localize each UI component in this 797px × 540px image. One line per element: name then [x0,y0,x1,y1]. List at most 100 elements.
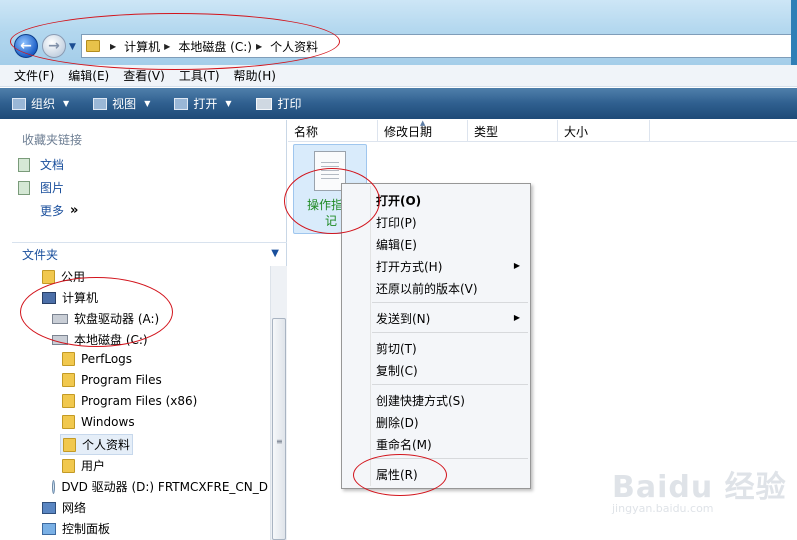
tree-item-computer[interactable]: 计算机 [42,289,98,306]
ctx-edit[interactable]: 编辑(E) [376,236,417,253]
breadcrumb-computer[interactable]: 计算机 [124,38,160,55]
ctx-open[interactable]: 打开(O) [376,192,421,209]
tree-item-users[interactable]: 用户 [62,457,105,474]
breadcrumb-local-disk[interactable]: 本地磁盘 (C:) [178,38,252,55]
computer-icon [42,291,56,304]
tree-item-network[interactable]: 网络 [42,499,86,516]
tree-item-perflogs[interactable]: PerfLogs [62,352,132,366]
floppy-drive-icon [52,313,68,324]
folder-icon [62,394,75,408]
menu-separator [372,302,528,303]
open-label: 打开 [193,97,218,111]
menu-separator [372,384,528,385]
folder-icon [63,437,76,452]
ctx-restore-previous[interactable]: 还原以前的版本(V) [376,280,478,297]
menu-separator [372,332,528,333]
tree-label: Program Files [81,373,162,387]
tree-label: 软盘驱动器 (A:) [74,312,160,326]
organize-button[interactable]: 组织 ▼ [12,95,69,112]
command-toolbar: 组织 ▼ 视图 ▼ 打开 ▼ 打印 [0,88,797,119]
menu-view[interactable]: 查看(V) [123,67,165,84]
grip-icon: ≡ [276,437,283,446]
ctx-delete[interactable]: 删除(D) [376,414,419,431]
tree-item-windows[interactable]: Windows [62,415,135,429]
dvd-drive-icon [52,479,56,494]
chevron-down-icon[interactable]: ▼ [271,248,279,259]
tree-item-program-files-x86[interactable]: Program Files (x86) [62,394,197,408]
open-button[interactable]: 打开 ▼ [174,95,232,112]
forward-arrow-icon: → [48,38,60,54]
organize-label: 组织 [31,97,56,111]
more-label: 更多 [40,204,65,218]
view-label: 视图 [112,97,137,111]
favorites-more-link[interactable]: 更多 » [40,202,78,219]
chevron-right-icon[interactable]: ▶ [110,42,116,51]
favorite-pictures[interactable]: 图片 [18,179,64,196]
ctx-copy[interactable]: 复制(C) [376,362,418,379]
column-type[interactable]: 类型 [468,120,558,142]
tree-label: 本地磁盘 (C:) [74,333,148,347]
menu-bar: 文件(F) 编辑(E) 查看(V) 工具(T) 帮助(H) [0,65,797,87]
print-button[interactable]: 打印 [255,95,302,112]
tree-item-public[interactable]: 公用 [42,268,85,285]
chevron-down-icon: ▼ [144,99,151,108]
ctx-send-to[interactable]: 发送到(N) [376,310,430,327]
tree-label: DVD 驱动器 (D:) FRTMCXFRE_CN_D [61,480,268,494]
navigation-scrollbar[interactable]: ≡ [270,266,287,540]
pictures-icon [18,180,30,195]
menu-gutter [370,186,371,486]
favorite-label: 图片 [40,181,65,195]
folder-icon [62,352,75,366]
submenu-arrow-icon: ▶ [513,261,520,270]
scrollbar-thumb[interactable]: ≡ [272,318,286,540]
print-label: 打印 [277,97,302,111]
tree-label: 控制面板 [62,522,111,536]
menu-help[interactable]: 帮助(H) [234,67,276,84]
folder-icon [42,269,55,284]
double-chevron-right-icon: » [70,203,79,218]
ctx-create-shortcut[interactable]: 创建快捷方式(S) [376,392,465,409]
tree-item-personal[interactable]: 个人资料 [60,434,134,455]
sort-indicator-icon: ▲ [420,119,426,127]
ctx-properties[interactable]: 属性(R) [376,466,418,483]
tree-label: 公用 [61,270,86,284]
tree-item-floppy[interactable]: 软盘驱动器 (A:) [52,310,159,327]
tree-label: 个人资料 [82,438,131,452]
ctx-rename[interactable]: 重命名(M) [376,436,432,453]
address-bar[interactable]: ▶ 计算机 ▶ 本地磁盘 (C:) ▶ 个人资料 [81,34,797,58]
folder-icon [62,415,75,429]
tree-item-dvd[interactable]: DVD 驱动器 (D:) FRTMCXFRE_CN_D [52,478,268,495]
tree-item-local-disk[interactable]: 本地磁盘 (C:) [52,331,148,348]
navigation-pane: 收藏夹链接 文档 图片 更多 » 文件夹 ▼ 公用 计算机 软盘驱动器 (A:)… [0,120,287,540]
menu-file[interactable]: 文件(F) [14,67,54,84]
column-name[interactable]: 名称 [288,120,378,142]
ctx-cut[interactable]: 剪切(T) [376,340,417,357]
forward-button[interactable]: → [42,34,66,58]
submenu-arrow-icon: ▶ [513,313,520,322]
documents-icon [18,157,30,172]
tree-label: 计算机 [62,291,99,305]
tree-item-control-panel[interactable]: 控制面板 [42,520,110,537]
view-button[interactable]: 视图 ▼ [93,95,150,112]
back-arrow-icon: ← [20,38,32,54]
tree-label: 网络 [62,501,87,515]
chevron-right-icon[interactable]: ▶ [256,42,262,51]
menu-edit[interactable]: 编辑(E) [68,67,109,84]
history-dropdown-icon[interactable]: ▼ [69,42,76,52]
favorite-documents[interactable]: 文档 [18,156,64,173]
chevron-right-icon[interactable]: ▶ [164,42,170,51]
tree-item-program-files[interactable]: Program Files [62,373,162,387]
tree-label: Windows [81,415,135,429]
tree-label: 用户 [81,459,106,473]
ctx-print[interactable]: 打印(P) [376,214,417,231]
folders-header[interactable]: 文件夹 ▼ [12,242,287,266]
organize-icon [12,97,26,110]
breadcrumb-personal[interactable]: 个人资料 [270,38,318,55]
column-size[interactable]: 大小 [558,120,650,142]
folders-label: 文件夹 [22,248,59,262]
context-menu: 打开(O) 打印(P) 编辑(E) 打开方式(H) ▶ 还原以前的版本(V) 发… [341,183,531,489]
menu-tools[interactable]: 工具(T) [179,67,220,84]
printer-icon [255,97,272,110]
ctx-open-with[interactable]: 打开方式(H) [376,258,442,275]
back-button[interactable]: ← [14,34,38,58]
